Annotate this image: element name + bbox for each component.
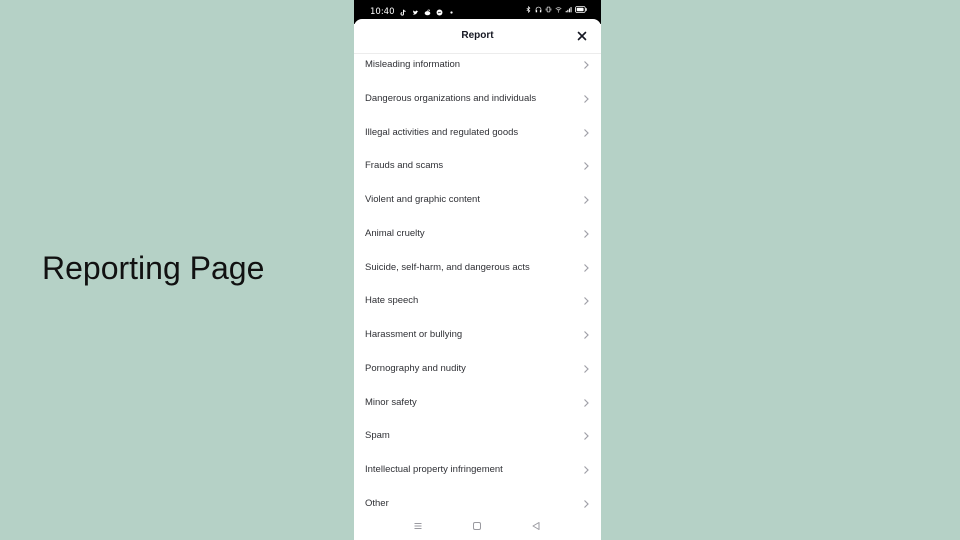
reddit-icon bbox=[424, 8, 431, 16]
status-left: 10:40 bbox=[370, 7, 455, 17]
report-item-hate-speech[interactable]: Hate speech bbox=[354, 285, 601, 319]
dot-icon bbox=[448, 9, 455, 16]
chevron-right-icon bbox=[582, 465, 590, 475]
report-item-suicide-self-harm[interactable]: Suicide, self-harm, and dangerous acts bbox=[354, 252, 601, 286]
chevron-right-icon bbox=[582, 161, 590, 171]
report-sheet: Report Misleading information Dangerous … bbox=[354, 19, 601, 540]
report-item-intellectual-property[interactable]: Intellectual property infringement bbox=[354, 454, 601, 488]
system-nav-bar bbox=[354, 512, 601, 540]
phone-screen: 10:40 Report Misleading information Dang… bbox=[354, 0, 601, 540]
report-item-label: Frauds and scams bbox=[365, 160, 444, 172]
report-item-label: Harassment or bullying bbox=[365, 329, 463, 340]
report-item-dangerous-organizations[interactable]: Dangerous organizations and individuals bbox=[354, 83, 601, 117]
report-item-label: Hate speech bbox=[365, 295, 419, 307]
tiktok-icon bbox=[400, 9, 407, 16]
chevron-right-icon bbox=[582, 330, 590, 340]
chevron-right-icon bbox=[582, 60, 590, 70]
status-right bbox=[525, 6, 587, 13]
report-item-label: Violent and graphic content bbox=[365, 194, 480, 205]
sheet-title: Report bbox=[461, 30, 494, 41]
slide-title: Reporting Page bbox=[42, 250, 265, 286]
report-item-label: Animal cruelty bbox=[365, 227, 425, 239]
report-item-label: Dangerous organizations and individuals bbox=[365, 92, 537, 104]
report-item-label: Illegal activities and regulated goods bbox=[365, 126, 519, 138]
report-item-label: Pornography and nudity bbox=[365, 362, 466, 374]
vibrate-icon bbox=[545, 6, 552, 13]
battery-icon bbox=[575, 6, 587, 13]
back-icon[interactable] bbox=[530, 520, 542, 532]
chevron-right-icon bbox=[582, 195, 590, 205]
wifi-icon bbox=[555, 6, 562, 13]
report-item-spam[interactable]: Spam bbox=[354, 420, 601, 454]
report-item-animal-cruelty[interactable]: Animal cruelty bbox=[354, 218, 601, 252]
messenger-icon bbox=[436, 9, 443, 16]
chevron-right-icon bbox=[582, 364, 590, 374]
report-item-label: Intellectual property infringement bbox=[365, 464, 503, 475]
chevron-right-icon bbox=[582, 263, 590, 273]
signal-icon bbox=[565, 6, 572, 13]
report-item-pornography-nudity[interactable]: Pornography and nudity bbox=[354, 353, 601, 387]
chevron-right-icon bbox=[582, 431, 590, 441]
chevron-right-icon bbox=[582, 94, 590, 104]
report-item-minor-safety[interactable]: Minor safety bbox=[354, 387, 601, 421]
headphones-icon bbox=[535, 6, 542, 13]
chevron-right-icon bbox=[582, 398, 590, 408]
report-item-label: Suicide, self-harm, and dangerous acts bbox=[365, 261, 530, 273]
chevron-right-icon bbox=[582, 499, 590, 509]
chevron-right-icon bbox=[582, 229, 590, 239]
report-item-frauds-and-scams[interactable]: Frauds and scams bbox=[354, 150, 601, 184]
report-item-illegal-activities[interactable]: Illegal activities and regulated goods bbox=[354, 117, 601, 151]
chevron-right-icon bbox=[582, 128, 590, 138]
status-time: 10:40 bbox=[370, 7, 395, 17]
close-icon[interactable] bbox=[575, 29, 589, 43]
bluetooth-icon bbox=[525, 6, 532, 13]
report-item-label: Minor safety bbox=[365, 396, 417, 408]
report-item-violent-graphic-content[interactable]: Violent and graphic content bbox=[354, 184, 601, 218]
report-reason-list: Misleading information Dangerous organiz… bbox=[354, 49, 601, 522]
report-item-harassment-bullying[interactable]: Harassment or bullying bbox=[354, 319, 601, 353]
twitter-icon bbox=[412, 9, 419, 16]
chevron-right-icon bbox=[582, 296, 590, 306]
home-icon[interactable] bbox=[471, 520, 483, 532]
report-item-label: Spam bbox=[365, 430, 390, 442]
report-item-label: Other bbox=[365, 497, 389, 509]
report-item-misleading-information[interactable]: Misleading information bbox=[354, 49, 601, 83]
report-item-label: Misleading information bbox=[365, 59, 461, 70]
menu-icon[interactable] bbox=[412, 520, 424, 532]
